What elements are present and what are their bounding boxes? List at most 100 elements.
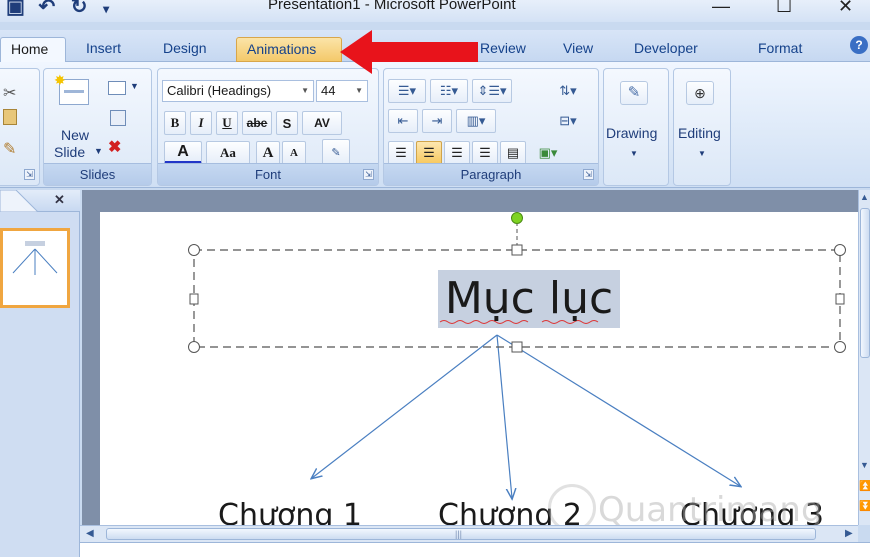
close-button[interactable]: ✕ <box>838 0 853 17</box>
tab-design[interactable]: Design <box>153 37 217 62</box>
shadow-button[interactable]: S <box>276 111 298 135</box>
layout-icon[interactable] <box>108 81 126 95</box>
character-spacing-button[interactable]: AV <box>302 111 342 135</box>
customize-dropdown-icon[interactable]: ▾ <box>103 2 109 16</box>
justify-button[interactable]: ☰ <box>472 141 498 165</box>
clipboard-launcher-icon[interactable]: ⇲ <box>24 169 35 180</box>
drawing-button[interactable]: ✎ Drawing ▼ <box>606 75 664 179</box>
bold-button[interactable]: B <box>164 111 186 135</box>
numbering-icon: ☷▾ <box>439 83 459 98</box>
slide-thumbnail[interactable] <box>0 228 70 308</box>
decrease-indent-button[interactable]: ⇤ <box>388 109 418 133</box>
scroll-down-icon[interactable]: ▼ <box>860 460 869 470</box>
delete-slide-icon[interactable]: ✖ <box>108 137 121 157</box>
maximize-button[interactable]: ☐ <box>776 0 792 17</box>
connector-arrow-1[interactable] <box>312 334 498 478</box>
resize-handle-se[interactable] <box>834 341 846 353</box>
reset-icon[interactable] <box>110 110 126 126</box>
slide-title[interactable]: Mục lục <box>438 272 620 326</box>
tab-insert[interactable]: Insert <box>76 37 131 62</box>
font-launcher-icon[interactable]: ⇲ <box>363 169 374 180</box>
rotate-handle[interactable] <box>511 212 523 224</box>
tab-developer[interactable]: Developer <box>624 37 708 62</box>
slide-canvas[interactable]: Mục lục Chương 1 Chương 2 Chương 3 Quant… <box>100 212 858 533</box>
minimize-button[interactable]: — <box>712 0 730 17</box>
font-size-value: 44 <box>321 83 336 98</box>
connector-arrow-2[interactable] <box>496 334 512 498</box>
new-slide-button[interactable]: ✸ New Slide ▼ <box>51 72 103 160</box>
font-color-button[interactable]: A <box>164 141 202 165</box>
align-text-button[interactable]: ⊟▾ <box>548 109 588 133</box>
outline-tab-shape[interactable] <box>0 190 40 212</box>
distributed-button[interactable]: ▤ <box>500 141 526 165</box>
resize-handle-n[interactable] <box>511 244 523 256</box>
clear-formatting-button[interactable]: ✎ <box>322 139 350 165</box>
center-icon: ☰ <box>423 145 435 160</box>
redo-icon[interactable]: ↻ <box>71 0 88 18</box>
shrink-font-button[interactable]: A <box>282 141 306 165</box>
vertical-scroll-thumb[interactable] <box>860 208 870 358</box>
editing-button[interactable]: ⊕ Editing ▼ <box>676 75 730 179</box>
scroll-right-icon[interactable]: ▶ <box>845 528 853 539</box>
undo-icon[interactable]: ↶ <box>38 0 55 18</box>
pane-header: ✕ <box>0 190 80 212</box>
chevron-down-icon: ▼ <box>698 149 706 158</box>
horizontal-scroll-thumb[interactable]: ||| <box>106 528 816 540</box>
horizontal-scrollbar[interactable]: ◀ ||| ▶ <box>80 525 858 542</box>
font-name-dropdown[interactable]: Calibri (Headings) ▼ <box>162 80 314 102</box>
italic-button[interactable]: I <box>190 111 212 135</box>
text-direction-icon: ⇅▾ <box>559 83 577 98</box>
next-slide-icon[interactable]: ⏬ <box>859 502 870 512</box>
font-group: Calibri (Headings) ▼ 44 ▼ B I U abe S AV… <box>157 68 379 186</box>
format-painter-icon[interactable]: ✎ <box>3 139 16 159</box>
underline-button[interactable]: U <box>216 111 238 135</box>
increase-indent-button[interactable]: ⇥ <box>422 109 452 133</box>
paragraph-group: ☰▾ ☷▾ ⇕☰▾ ⇅▾ ⇤ ⇥ ▥▾ ⊟▾ ☰ ☰ ☰ ☰ ▤ ▣▾ Para… <box>383 68 599 186</box>
tab-home[interactable]: Home <box>0 37 66 62</box>
line-spacing-button[interactable]: ⇕☰▾ <box>472 79 512 103</box>
cut-icon[interactable]: ✂ <box>3 83 16 103</box>
close-pane-icon[interactable]: ✕ <box>54 192 65 208</box>
strikethrough-button[interactable]: abe <box>242 111 272 135</box>
align-right-button[interactable]: ☰ <box>444 141 470 165</box>
tab-animations[interactable]: Animations <box>236 37 342 62</box>
vertical-scrollbar[interactable]: ▲ ▼ ⏫ ⏬ <box>858 190 870 525</box>
editing-label: Editing <box>678 125 721 141</box>
help-icon[interactable]: ? <box>850 36 868 54</box>
text-direction-button[interactable]: ⇅▾ <box>548 79 588 103</box>
grip-icon: ||| <box>455 529 463 539</box>
resize-handle-nw[interactable] <box>188 244 200 256</box>
tab-view[interactable]: View <box>553 37 603 62</box>
distributed-icon: ▤ <box>506 145 520 160</box>
previous-slide-icon[interactable]: ⏫ <box>859 482 870 492</box>
resize-handle-s[interactable] <box>511 341 523 353</box>
copy-icon[interactable] <box>3 109 17 125</box>
new-slide-icon: ✸ <box>54 72 89 105</box>
notes-pane[interactable] <box>80 542 870 557</box>
resize-handle-ne[interactable] <box>834 244 846 256</box>
numbering-button[interactable]: ☷▾ <box>430 79 468 103</box>
shapes-icon: ✎ <box>620 81 648 105</box>
font-size-dropdown[interactable]: 44 ▼ <box>316 80 368 102</box>
title-bar: ▣ ↶ ↻ ▾ Presentation1 - Microsoft PowerP… <box>0 0 870 22</box>
smartart-button[interactable]: ▣▾ <box>528 141 568 165</box>
scroll-up-icon[interactable]: ▲ <box>860 192 869 202</box>
bullets-button[interactable]: ☰▾ <box>388 79 426 103</box>
resize-handle-w[interactable] <box>189 293 199 305</box>
grow-font-button[interactable]: A <box>256 141 280 165</box>
resize-handle-e[interactable] <box>835 293 845 305</box>
quick-access-toolbar[interactable]: ▣ ↶ ↻ ▾ <box>6 0 109 19</box>
chevron-down-icon[interactable]: ▼ <box>130 81 139 91</box>
save-icon[interactable]: ▣ <box>6 0 25 18</box>
change-case-button[interactable]: Aa <box>206 141 250 165</box>
tab-format[interactable]: Format <box>748 37 812 62</box>
resize-handle-sw[interactable] <box>188 341 200 353</box>
connector-arrow-3[interactable] <box>496 334 740 486</box>
window-title: Presentation1 - Microsoft PowerPoint <box>268 0 516 13</box>
align-left-button[interactable]: ☰ <box>388 141 414 165</box>
scroll-left-icon[interactable]: ◀ <box>86 528 94 539</box>
columns-button[interactable]: ▥▾ <box>456 109 496 133</box>
paragraph-launcher-icon[interactable]: ⇲ <box>583 169 594 180</box>
center-button[interactable]: ☰ <box>416 141 442 165</box>
columns-icon: ▥▾ <box>466 113 486 128</box>
